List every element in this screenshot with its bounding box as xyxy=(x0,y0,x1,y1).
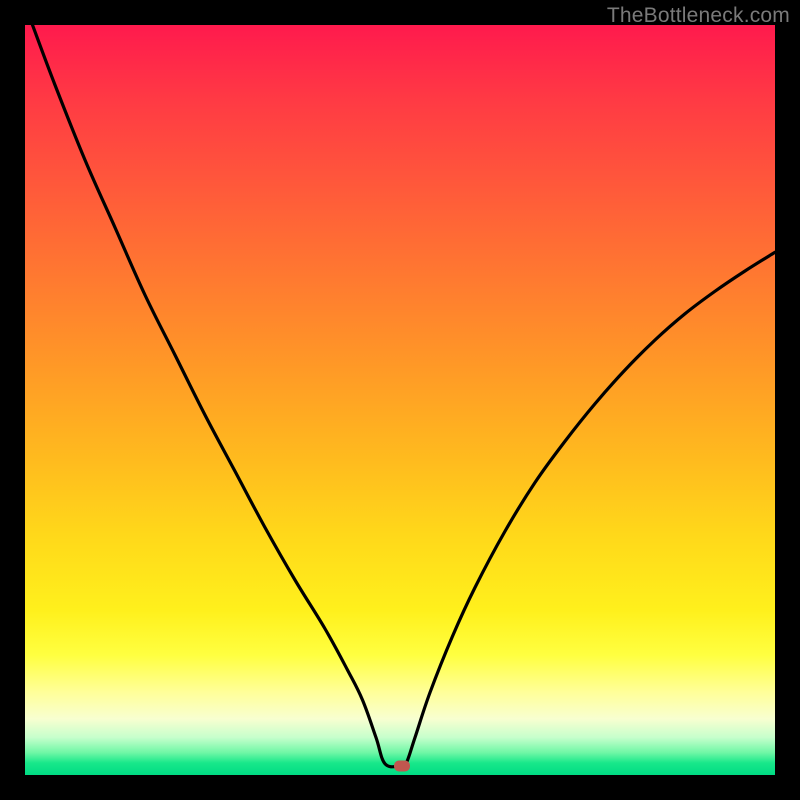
bottleneck-curve-path xyxy=(33,25,776,767)
bottleneck-curve xyxy=(25,25,775,775)
watermark-text: TheBottleneck.com xyxy=(607,4,790,28)
minimum-marker xyxy=(394,761,410,772)
chart-plot-area xyxy=(25,25,775,775)
